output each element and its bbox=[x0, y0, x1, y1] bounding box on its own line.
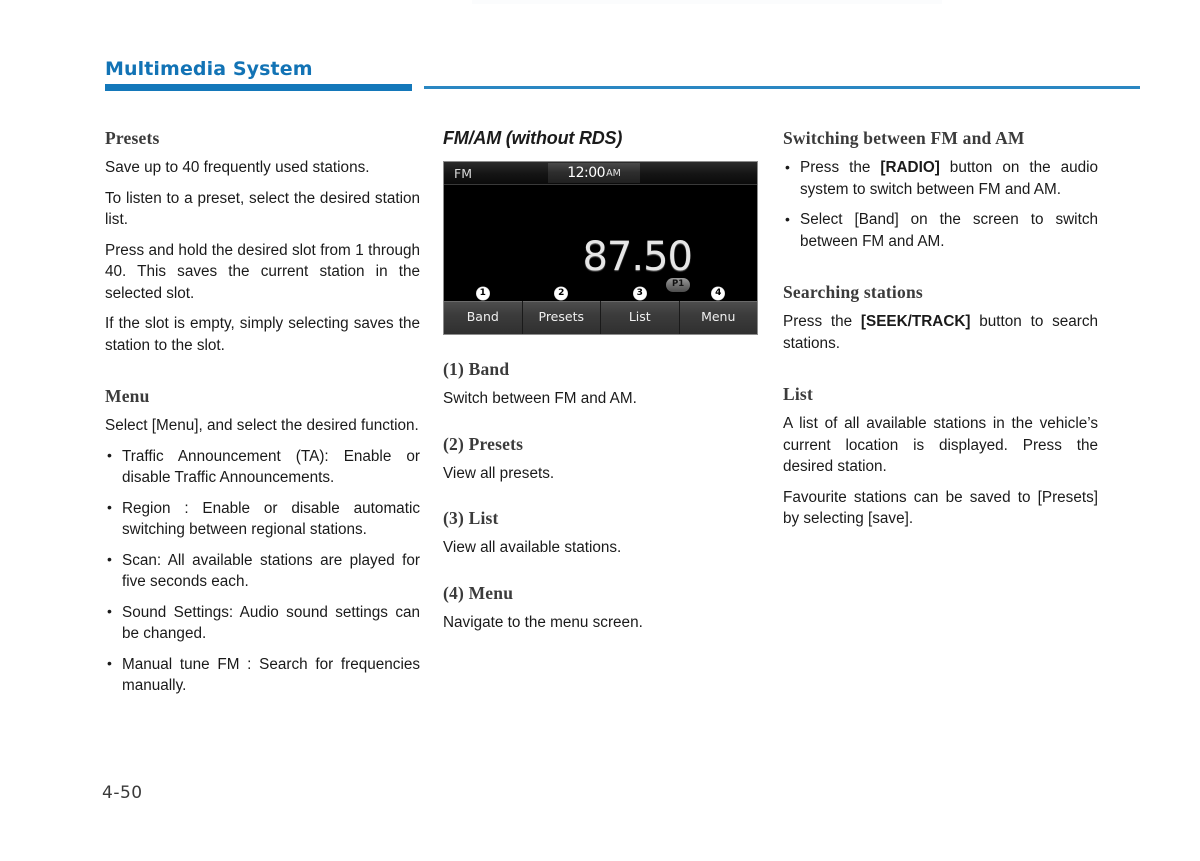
list-item: Region : Enable or disable automatic swi… bbox=[105, 497, 420, 541]
list-paragraph: Favourite stations can be saved to [Pres… bbox=[783, 488, 1098, 528]
presets-item-heading: (2) Presets bbox=[443, 433, 524, 454]
presets-heading: Presets bbox=[105, 128, 160, 148]
list-item: Select [Band] on the screen to switch be… bbox=[783, 209, 1098, 252]
radio-status-bar: FM 12:00AM bbox=[444, 162, 757, 185]
content-column-middle: FM/AM (without RDS) FM 12:00AM 87.50 P1 … bbox=[443, 128, 758, 633]
radio-button-band[interactable]: 1 Band bbox=[444, 287, 523, 334]
list-item-heading: (3) List bbox=[443, 508, 499, 528]
menu-item-heading: (4) Menu bbox=[443, 582, 514, 603]
content-column-right: Switching between FM and AM Press the [R… bbox=[783, 128, 1098, 530]
radio-button-presets[interactable]: 2 Presets bbox=[522, 287, 601, 334]
menu-heading: Menu bbox=[105, 386, 150, 406]
callout-number-2: 2 bbox=[554, 287, 568, 300]
band-item-text: Switch between FM and AM. bbox=[443, 390, 637, 407]
menu-bullet-list: Traffic Announcement (TA): Enable or dis… bbox=[105, 445, 420, 697]
callout-number-1: 1 bbox=[476, 287, 490, 300]
radio-device-screenshot: FM 12:00AM 87.50 P1 1 Band 2 Presets 3 L… bbox=[443, 161, 758, 335]
presets-item-text: View all presets. bbox=[443, 464, 555, 482]
radio-button-list[interactable]: 3 List bbox=[601, 287, 680, 334]
list-item: Traffic Announcement (TA): Enable or dis… bbox=[105, 445, 420, 489]
list-item-text: View all available stations. bbox=[443, 539, 622, 556]
fm-am-heading: FM/AM (without RDS) bbox=[443, 128, 623, 148]
radio-preset-badge: P1 bbox=[666, 278, 691, 292]
list-heading: List bbox=[783, 384, 813, 404]
page-header: Multimedia System bbox=[0, 0, 1200, 100]
presets-paragraph: If the slot is empty, simply selecting s… bbox=[105, 315, 420, 354]
list-item: Sound Settings: Audio sound settings can… bbox=[105, 601, 420, 645]
radio-band-indicator: FM bbox=[454, 166, 472, 181]
radio-button-reference: [RADIO] bbox=[880, 159, 940, 176]
switching-bullet-list: Press the [RADIO] button on the audio sy… bbox=[783, 157, 1098, 252]
page-number: 4-50 bbox=[102, 783, 143, 803]
radio-button-list-label: List bbox=[628, 309, 651, 324]
switching-heading: Switching between FM and AM bbox=[783, 128, 1025, 148]
seek-track-button-reference: [SEEK/TRACK] bbox=[860, 313, 971, 330]
bullet-text-pre: Press the bbox=[800, 159, 881, 176]
list-item: Manual tune FM : Search for frequencies … bbox=[105, 653, 420, 697]
list-paragraph: A list of all available stations in the … bbox=[783, 415, 1098, 475]
radio-button-bar: 1 Band 2 Presets 3 List 4 Menu bbox=[444, 287, 757, 334]
radio-clock-ampm: AM bbox=[606, 168, 621, 179]
list-item: Scan: All available stations are played … bbox=[105, 549, 420, 593]
callout-number-3: 3 bbox=[633, 287, 647, 300]
radio-clock-time: 12:00 bbox=[567, 165, 606, 181]
band-item-heading: (1) Band bbox=[443, 359, 510, 379]
radio-button-menu-label: Menu bbox=[701, 309, 736, 324]
presets-paragraph: Save up to 40 frequently used stations. bbox=[105, 159, 370, 176]
header-accent-bar bbox=[105, 84, 412, 91]
radio-button-band-label: Band bbox=[466, 309, 499, 324]
radio-clock: 12:00AM bbox=[548, 163, 640, 183]
scan-artifact bbox=[472, 0, 942, 4]
radio-button-presets-label: Presets bbox=[538, 309, 585, 324]
search-text-pre: Press the bbox=[783, 313, 861, 330]
searching-paragraph: Press the [SEEK/TRACK] button to search … bbox=[783, 311, 1098, 354]
page-title: Multimedia System bbox=[105, 58, 313, 80]
menu-intro-paragraph: Select [Menu], and select the desired fu… bbox=[105, 417, 419, 434]
content-column-left: Presets Save up to 40 frequently used st… bbox=[105, 128, 420, 697]
presets-paragraph: Press and hold the desired slot from 1 t… bbox=[105, 241, 420, 302]
header-divider-line bbox=[424, 86, 1140, 89]
list-item: Press the [RADIO] button on the audio sy… bbox=[783, 157, 1098, 200]
presets-paragraph: To listen to a preset, select the desire… bbox=[105, 189, 420, 229]
callout-number-4: 4 bbox=[711, 287, 725, 300]
radio-frequency-display: 87.50 bbox=[582, 234, 693, 280]
menu-item-text: Navigate to the menu screen. bbox=[443, 613, 643, 631]
searching-heading: Searching stations bbox=[783, 282, 923, 302]
radio-button-menu[interactable]: 4 Menu bbox=[679, 287, 757, 334]
